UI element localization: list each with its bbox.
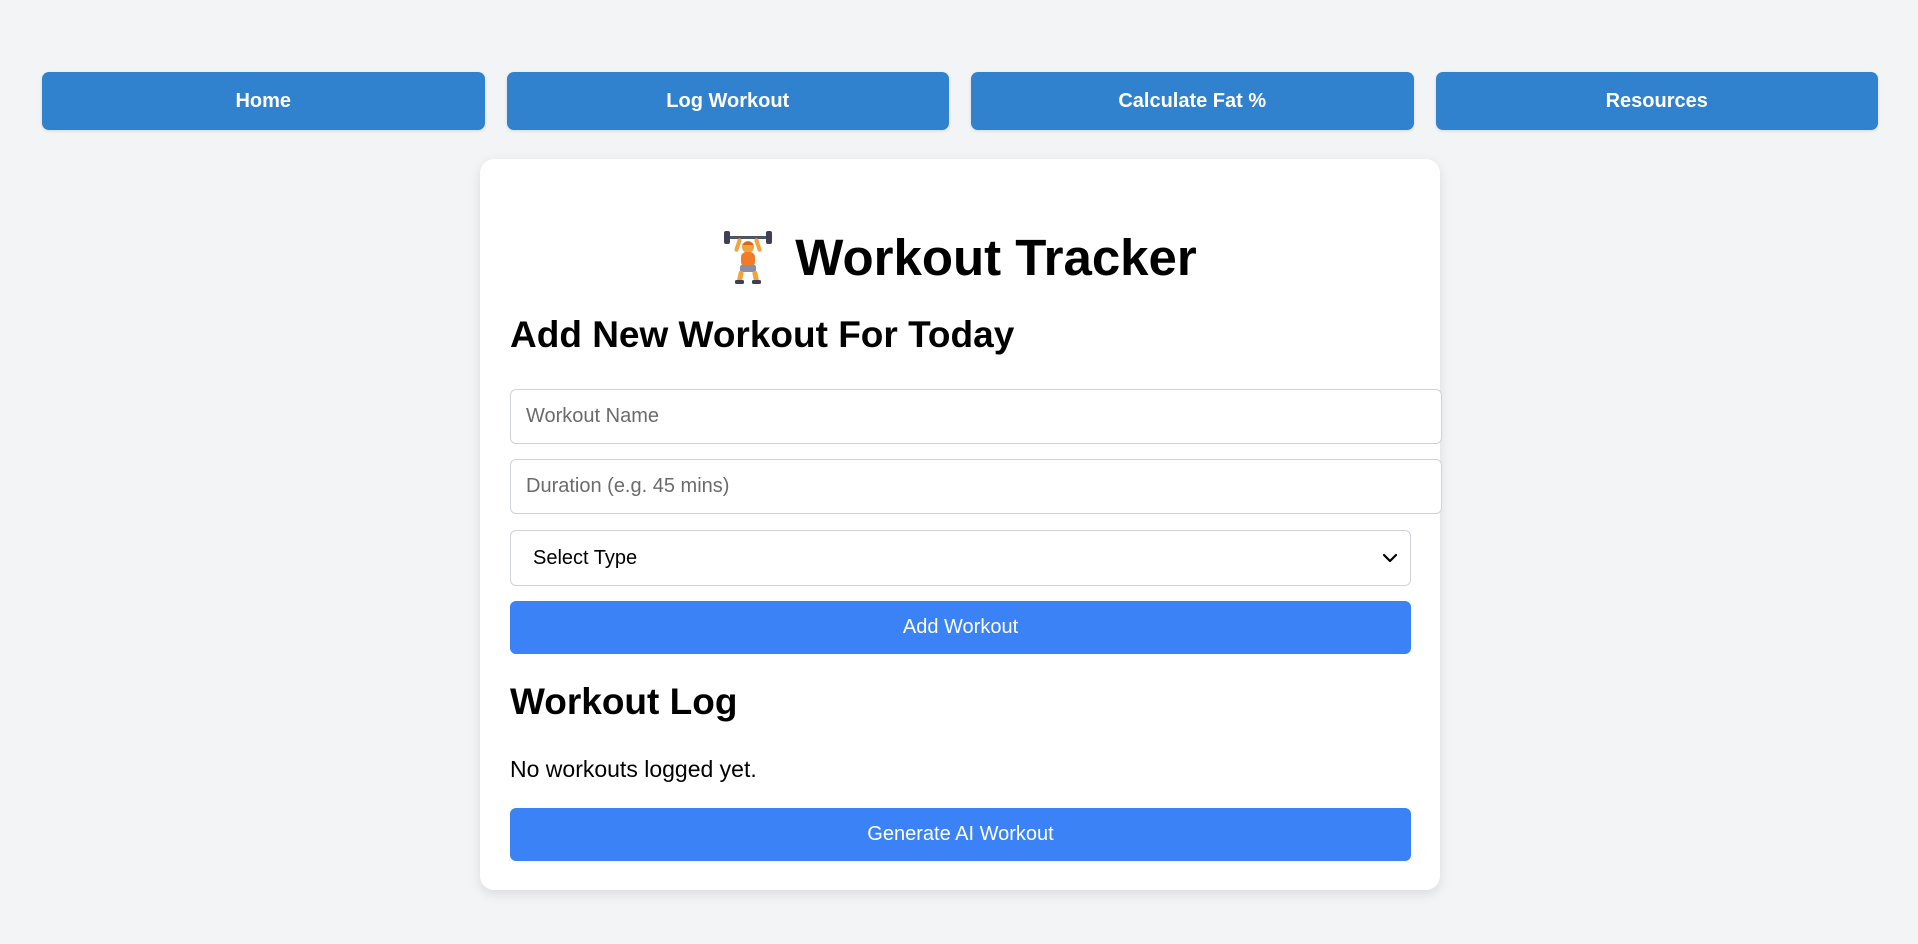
duration-input[interactable] bbox=[510, 459, 1442, 514]
add-workout-button[interactable]: Add Workout bbox=[510, 601, 1411, 654]
workout-name-input[interactable] bbox=[510, 389, 1442, 444]
nav-calculate-fat-button[interactable]: Calculate Fat % bbox=[971, 72, 1414, 130]
chevron-down-icon bbox=[1382, 553, 1398, 563]
empty-log-message: No workouts logged yet. bbox=[510, 756, 757, 782]
weightlifter-icon bbox=[724, 231, 773, 284]
add-workout-heading: Add New Workout For Today bbox=[510, 314, 1015, 355]
nav-log-workout-button[interactable]: Log Workout bbox=[506, 72, 949, 130]
workout-type-selected: Select Type bbox=[533, 546, 638, 569]
page-title: Workout Tracker bbox=[795, 228, 1197, 286]
workout-log-heading: Workout Log bbox=[510, 681, 738, 722]
generate-ai-workout-button[interactable]: Generate AI Workout bbox=[510, 808, 1411, 861]
workout-type-select[interactable]: Select Type bbox=[510, 530, 1411, 586]
nav-resources-button[interactable]: Resources bbox=[1435, 72, 1878, 130]
top-nav: Home Log Workout Calculate Fat % Resourc… bbox=[42, 72, 1878, 130]
nav-home-button[interactable]: Home bbox=[42, 72, 485, 130]
page-header: Workout Tracker bbox=[480, 224, 1440, 290]
